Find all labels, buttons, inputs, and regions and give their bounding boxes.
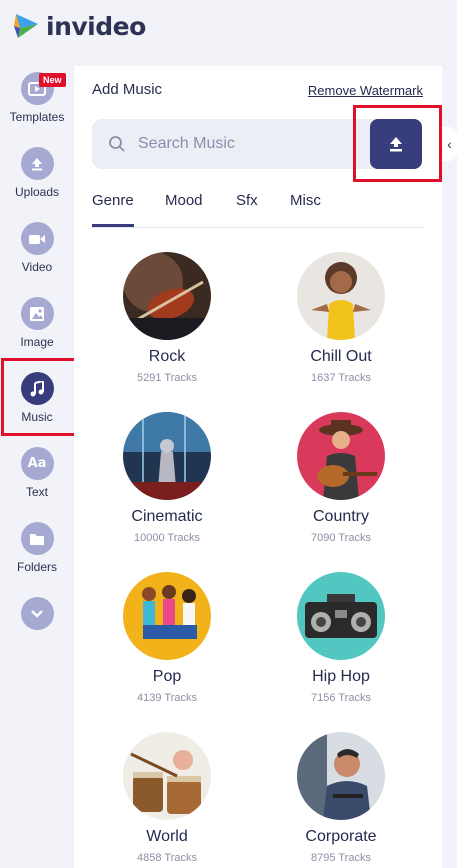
- genre-card-cinematic[interactable]: Cinematic 10000 Tracks: [87, 412, 247, 544]
- sidebar-item-text[interactable]: Aa Text: [0, 443, 74, 515]
- collapse-panel-button[interactable]: ‹: [442, 127, 457, 161]
- upload-icon: [20, 147, 54, 180]
- invideo-logo-icon: [14, 14, 38, 38]
- invideo-logo[interactable]: invideo: [12, 10, 146, 42]
- genre-track-count: 10000 Tracks: [133, 532, 201, 544]
- upload-highlight-box: [353, 105, 442, 182]
- genre-thumbnail: [123, 412, 211, 500]
- genre-name: Rock: [148, 348, 186, 365]
- chevron-left-icon: ‹: [447, 136, 452, 152]
- sidebar-item-label: Templates: [9, 110, 65, 124]
- search-placeholder: Search Music: [138, 135, 235, 152]
- genre-card-chill-out[interactable]: Chill Out 1637 Tracks: [261, 252, 421, 384]
- top-bar: invideo: [0, 0, 457, 58]
- image-icon: [20, 297, 54, 330]
- genre-card-pop[interactable]: Pop 4139 Tracks: [87, 572, 247, 704]
- sidebar-item-image[interactable]: Image: [0, 293, 74, 365]
- genre-name: Hip Hop: [312, 668, 370, 685]
- folder-icon: [20, 522, 54, 555]
- sidebar-item-folders[interactable]: Folders: [0, 518, 74, 590]
- new-badge: New: [39, 73, 66, 87]
- left-sidebar: Templates New Uploads Video Image Music …: [0, 58, 74, 868]
- sidebar-item-label: Folders: [16, 560, 57, 574]
- chevron-down-icon: [20, 597, 54, 630]
- tab-misc[interactable]: Misc: [290, 192, 321, 209]
- sidebar-item-label: Text: [25, 485, 48, 499]
- genre-card-hip-hop[interactable]: Hip Hop 7156 Tracks: [261, 572, 421, 704]
- genre-track-count: 4858 Tracks: [137, 852, 197, 864]
- genre-card-country[interactable]: Country 7090 Tracks: [261, 412, 421, 544]
- genre-thumbnail: [297, 252, 385, 340]
- genre-name: Pop: [152, 668, 182, 685]
- genre-track-count: 5291 Tracks: [137, 372, 197, 384]
- tab-genre[interactable]: Genre: [92, 192, 134, 209]
- genre-name: Chill Out: [310, 348, 372, 365]
- genre-name: World: [146, 828, 188, 845]
- genre-thumbnail: [123, 252, 211, 340]
- genre-name: Country: [312, 508, 370, 525]
- sidebar-item-uploads[interactable]: Uploads: [0, 143, 74, 215]
- genre-track-count: 7156 Tracks: [311, 692, 371, 704]
- search-icon: [109, 136, 125, 152]
- remove-watermark-link[interactable]: Remove Watermark: [308, 83, 423, 98]
- music-highlight-box: [1, 358, 79, 436]
- genre-name: Corporate: [305, 828, 377, 845]
- genre-card-world[interactable]: World 4858 Tracks: [87, 732, 247, 864]
- panel-title: Add Music: [92, 81, 163, 98]
- tab-sfx[interactable]: Sfx: [236, 192, 258, 209]
- sidebar-more-button[interactable]: [0, 593, 74, 665]
- video-camera-icon: [20, 222, 54, 255]
- sidebar-item-label: Image: [20, 335, 54, 349]
- genre-name: Cinematic: [131, 508, 203, 525]
- genre-card-rock[interactable]: Rock 5291 Tracks: [87, 252, 247, 384]
- sidebar-item-templates[interactable]: Templates New: [0, 68, 74, 140]
- genre-track-count: 1637 Tracks: [311, 372, 371, 384]
- genre-card-corporate[interactable]: Corporate 8795 Tracks: [261, 732, 421, 864]
- genre-thumbnail: [297, 572, 385, 660]
- genre-track-count: 8795 Tracks: [311, 852, 371, 864]
- sidebar-item-label: Uploads: [14, 185, 60, 199]
- genre-thumbnail: [123, 732, 211, 820]
- genre-thumbnail: [297, 412, 385, 500]
- genre-track-count: 7090 Tracks: [311, 532, 371, 544]
- sidebar-item-video[interactable]: Video: [0, 218, 74, 290]
- tab-mood[interactable]: Mood: [165, 192, 203, 209]
- sidebar-item-label: Video: [21, 260, 53, 274]
- text-aa-icon: Aa: [20, 447, 54, 480]
- music-tabs: Genre Mood Sfx Misc: [92, 192, 424, 228]
- genre-track-count: 4139 Tracks: [137, 692, 197, 704]
- active-tab-indicator: [92, 224, 134, 227]
- genre-thumbnail: [123, 572, 211, 660]
- music-panel: Add Music Remove Watermark Search Music …: [74, 66, 442, 868]
- genre-thumbnail: [297, 732, 385, 820]
- app-name: invideo: [46, 11, 146, 41]
